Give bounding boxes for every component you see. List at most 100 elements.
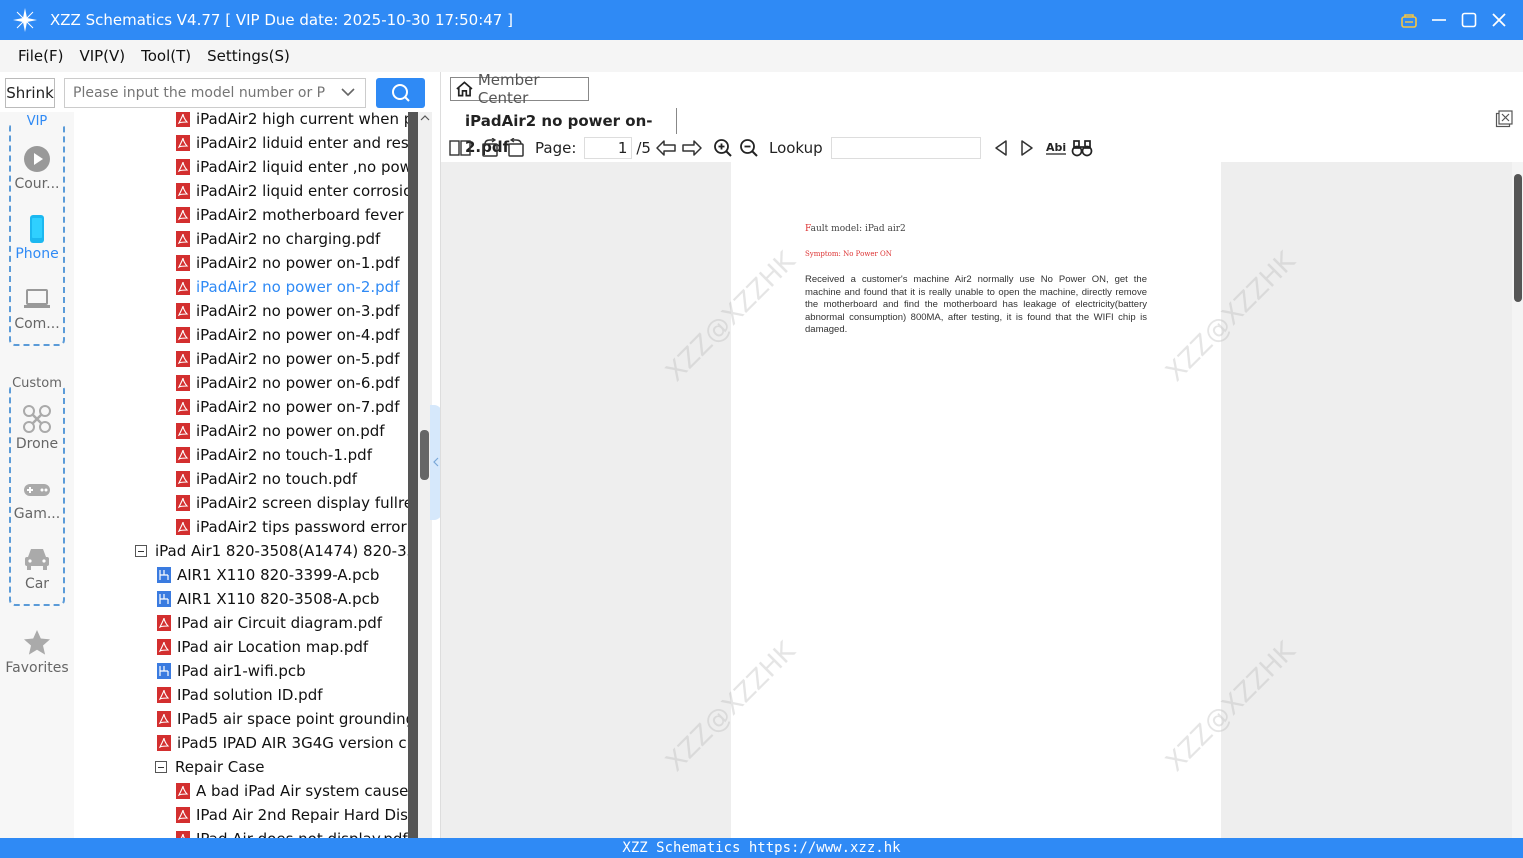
binoculars-icon[interactable] — [1071, 139, 1093, 157]
tree-folder[interactable]: Repair Case — [155, 755, 265, 779]
tree-file[interactable]: IPad5 air space point grounding cc — [157, 707, 408, 731]
find-prev-icon[interactable] — [993, 139, 1009, 157]
tree-file[interactable]: IPad air Location map.pdf — [157, 635, 368, 659]
nav-game[interactable]: Gam... — [0, 474, 74, 522]
tree-file-selected[interactable]: iPadAir2 no power on-2.pdf — [176, 275, 399, 299]
document-tab[interactable]: iPadAir2 no power on-2.pdf — [451, 108, 677, 156]
nav-phone[interactable]: Phone — [0, 214, 74, 262]
nav-drone-label: Drone — [15, 436, 59, 452]
prev-page-icon[interactable] — [655, 139, 677, 157]
collapse-toggle-icon[interactable] — [135, 545, 147, 557]
tree-file[interactable]: IPad Air does not display.pdf — [176, 827, 408, 838]
tree-file[interactable]: AIR1 X110 820-3399-A.pcb — [157, 563, 379, 587]
tree-scrollbar-thumb[interactable] — [420, 430, 429, 480]
tree-file[interactable]: IPad air1-wifi.pcb — [157, 659, 306, 683]
car-icon — [25, 549, 49, 570]
next-page-icon[interactable] — [681, 139, 703, 157]
pdf-file-icon — [176, 255, 190, 271]
tree-file[interactable]: iPadAir2 no touch-1.pdf — [176, 443, 372, 467]
tree-file[interactable]: iPadAir2 high current when pov — [176, 112, 408, 131]
match-case-icon[interactable]: Abi — [1045, 139, 1067, 157]
find-next-icon[interactable] — [1019, 139, 1035, 157]
nav-computer[interactable]: Com... — [0, 284, 74, 332]
menu-file[interactable]: File(F) — [18, 47, 63, 65]
phone-icon — [30, 215, 44, 243]
tree-file[interactable]: iPadAir2 liquid enter ,no power — [176, 155, 408, 179]
nav-car[interactable]: Car — [0, 544, 74, 592]
tree-item-label: iPadAir2 screen display fullred a — [196, 494, 408, 512]
chevron-down-icon[interactable] — [341, 87, 355, 97]
tree-item-label: iPadAir2 liduid enter and resart — [196, 134, 408, 152]
nav-phone-label: Phone — [15, 246, 59, 262]
tree-file[interactable]: iPadAir2 motherboard fever ser — [176, 203, 408, 227]
window-title: XZZ Schematics V4.77 [ VIP Due date: 202… — [50, 11, 513, 29]
menu-vip[interactable]: VIP(V) — [79, 47, 125, 65]
viewer-scrollbar-thumb[interactable] — [1514, 174, 1522, 302]
pdf-symptom: Symptom: No Power ON — [805, 250, 892, 258]
svg-text:Abi: Abi — [1046, 141, 1066, 154]
tree-file[interactable]: iPadAir2 no power on-6.pdf — [176, 371, 399, 395]
member-center-button[interactable]: Member Center — [450, 71, 589, 107]
tree-file[interactable]: IPad Air 2nd Repair Hard Disk V — [176, 803, 408, 827]
tree-file[interactable]: iPadAir2 no power on-7.pdf — [176, 395, 399, 419]
pdf-file-icon — [176, 183, 190, 199]
tree-item-label: iPadAir2 no touch-1.pdf — [196, 446, 372, 464]
tree-divider — [408, 112, 418, 838]
tree-file[interactable]: IPad air Circuit diagram.pdf — [157, 611, 382, 635]
tree-file[interactable]: iPadAir2 no power on-4.pdf — [176, 323, 399, 347]
nav-car-label: Car — [24, 576, 50, 592]
tree-file[interactable]: iPadAir2 liquid enter corrosion — [176, 179, 408, 203]
tree-file[interactable]: iPadAir2 no power on.pdf — [176, 419, 385, 443]
file-tree: iPadAir2 high current when pov iPadAir2 l… — [74, 112, 408, 838]
tree-file[interactable]: iPad5 IPAD AIR 3G4G version chan — [157, 731, 408, 755]
tree-file[interactable]: iPadAir2 no power on-3.pdf — [176, 299, 399, 323]
tree-item-label: IPad solution ID.pdf — [177, 686, 323, 704]
minimize-button[interactable] — [1429, 10, 1449, 30]
tree-file[interactable]: iPadAir2 tips password error wh — [176, 515, 408, 539]
zoom-in-icon[interactable] — [713, 138, 733, 158]
tree-item-label: iPadAir2 motherboard fever ser — [196, 206, 408, 224]
collapse-toggle-icon[interactable] — [155, 761, 167, 773]
tree-item-label: iPadAir2 no power on.pdf — [196, 422, 385, 440]
menu-tool[interactable]: Tool(T) — [141, 47, 191, 65]
pdf-page: Fault model: iPad air2 Symptom: No Power… — [731, 162, 1221, 838]
nav-drone[interactable]: Drone — [0, 404, 74, 452]
home-icon — [456, 81, 473, 97]
tree-file[interactable]: iPadAir2 no power on-1.pdf — [176, 251, 399, 275]
custom-group-label: Custom — [11, 376, 63, 391]
search-input[interactable] — [65, 79, 325, 107]
tree-item-label: iPadAir2 liquid enter ,no power — [196, 158, 408, 176]
close-tab-icon[interactable] — [1495, 110, 1513, 128]
drone-icon — [23, 405, 51, 433]
pdf-toolbar: Page: 1 /5 Lookup Abi — [441, 134, 1523, 162]
tree-file[interactable]: iPadAir2 liduid enter and resart — [176, 131, 408, 155]
menu-settings[interactable]: Settings(S) — [207, 47, 290, 65]
tree-folder[interactable]: iPad Air1 820-3508(A1474) 820-3399( — [135, 539, 408, 563]
lock-icon[interactable] — [1399, 10, 1419, 30]
lookup-input[interactable] — [830, 137, 981, 159]
nav-course[interactable]: Cour... — [0, 144, 74, 192]
nav-favorites[interactable]: Favorites — [0, 628, 74, 676]
close-button[interactable] — [1489, 10, 1509, 30]
zoom-out-icon[interactable] — [739, 138, 759, 158]
tree-item-label: iPadAir2 high current when pov — [196, 112, 408, 128]
shrink-button[interactable]: Shrink — [5, 78, 55, 108]
tree-file[interactable]: iPadAir2 no charging.pdf — [176, 227, 380, 251]
tree-item-label: A bad iPad Air system causes a — [196, 782, 408, 800]
page-number-input[interactable]: 1 — [584, 137, 633, 159]
maximize-button[interactable] — [1459, 10, 1479, 30]
tree-file[interactable]: A bad iPad Air system causes a — [176, 779, 408, 803]
scroll-up-icon[interactable] — [420, 114, 430, 122]
tree-file[interactable]: AIR1 X110 820-3508-A.pcb — [157, 587, 379, 611]
viewer-scrollbar[interactable] — [1512, 162, 1523, 838]
rotate-left-icon[interactable] — [479, 138, 501, 158]
pdf-viewer[interactable]: Fault model: iPad air2 Symptom: No Power… — [441, 162, 1523, 838]
rotate-right-icon[interactable] — [505, 138, 527, 158]
tree-file[interactable]: iPadAir2 no power on-5.pdf — [176, 347, 399, 371]
two-page-view-icon[interactable] — [449, 139, 471, 157]
laptop-icon — [24, 289, 50, 308]
tree-file[interactable]: iPadAir2 screen display fullred a — [176, 491, 408, 515]
tree-file[interactable]: IPad solution ID.pdf — [157, 683, 323, 707]
search-button[interactable] — [376, 78, 425, 108]
tree-file[interactable]: iPadAir2 no touch.pdf — [176, 467, 357, 491]
